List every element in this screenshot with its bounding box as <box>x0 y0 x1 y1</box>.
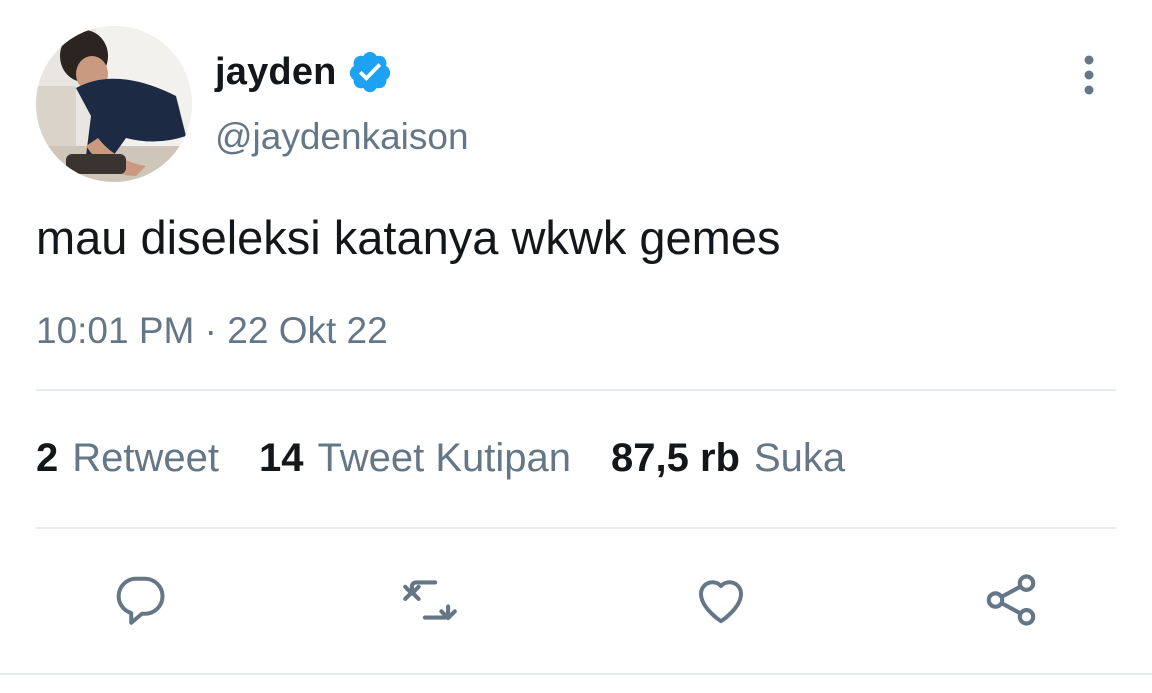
more-vertical-icon[interactable] <box>1072 52 1106 98</box>
verified-badge-icon <box>347 49 393 95</box>
tweet-timestamp[interactable]: 10:01 PM · 22 Okt 22 <box>36 310 388 352</box>
avatar-photo <box>36 26 192 182</box>
divider <box>36 527 1116 529</box>
like-button[interactable] <box>689 568 753 632</box>
user-handle[interactable]: @jaydenkaison <box>215 116 469 158</box>
display-name[interactable]: jayden <box>215 51 337 94</box>
quotes-label: Tweet Kutipan <box>317 436 572 480</box>
quotes-count: 14 <box>259 436 304 480</box>
share-icon <box>986 574 1036 626</box>
retweet-button[interactable] <box>398 568 462 632</box>
reply-icon <box>116 576 165 625</box>
avatar[interactable] <box>36 26 192 182</box>
tweet-stats: 2 Retweet 14 Tweet Kutipan 87,5 rb Suka <box>36 436 885 481</box>
author-name-row[interactable]: jayden <box>215 48 393 96</box>
likes-label: Suka <box>753 436 846 480</box>
meta-separator: · <box>194 310 228 351</box>
retweets-count: 2 <box>36 436 59 480</box>
likes-count: 87,5 rb <box>611 436 740 480</box>
bottom-divider <box>0 673 1152 675</box>
divider <box>36 389 1116 391</box>
share-button[interactable] <box>979 568 1043 632</box>
retweet-icon <box>403 580 457 621</box>
tweet-date: 22 Okt 22 <box>227 310 388 351</box>
quotes-stat[interactable]: 14 Tweet Kutipan <box>259 436 571 481</box>
tweet-time: 10:01 PM <box>36 310 195 351</box>
likes-stat[interactable]: 87,5 rb Suka <box>611 436 845 481</box>
tweet-text: mau diseleksi katanya wkwk gemes <box>36 211 781 264</box>
retweets-label: Retweet <box>72 436 219 480</box>
heart-icon <box>699 580 743 624</box>
reply-button[interactable] <box>108 568 172 632</box>
retweets-stat[interactable]: 2 Retweet <box>36 436 219 481</box>
